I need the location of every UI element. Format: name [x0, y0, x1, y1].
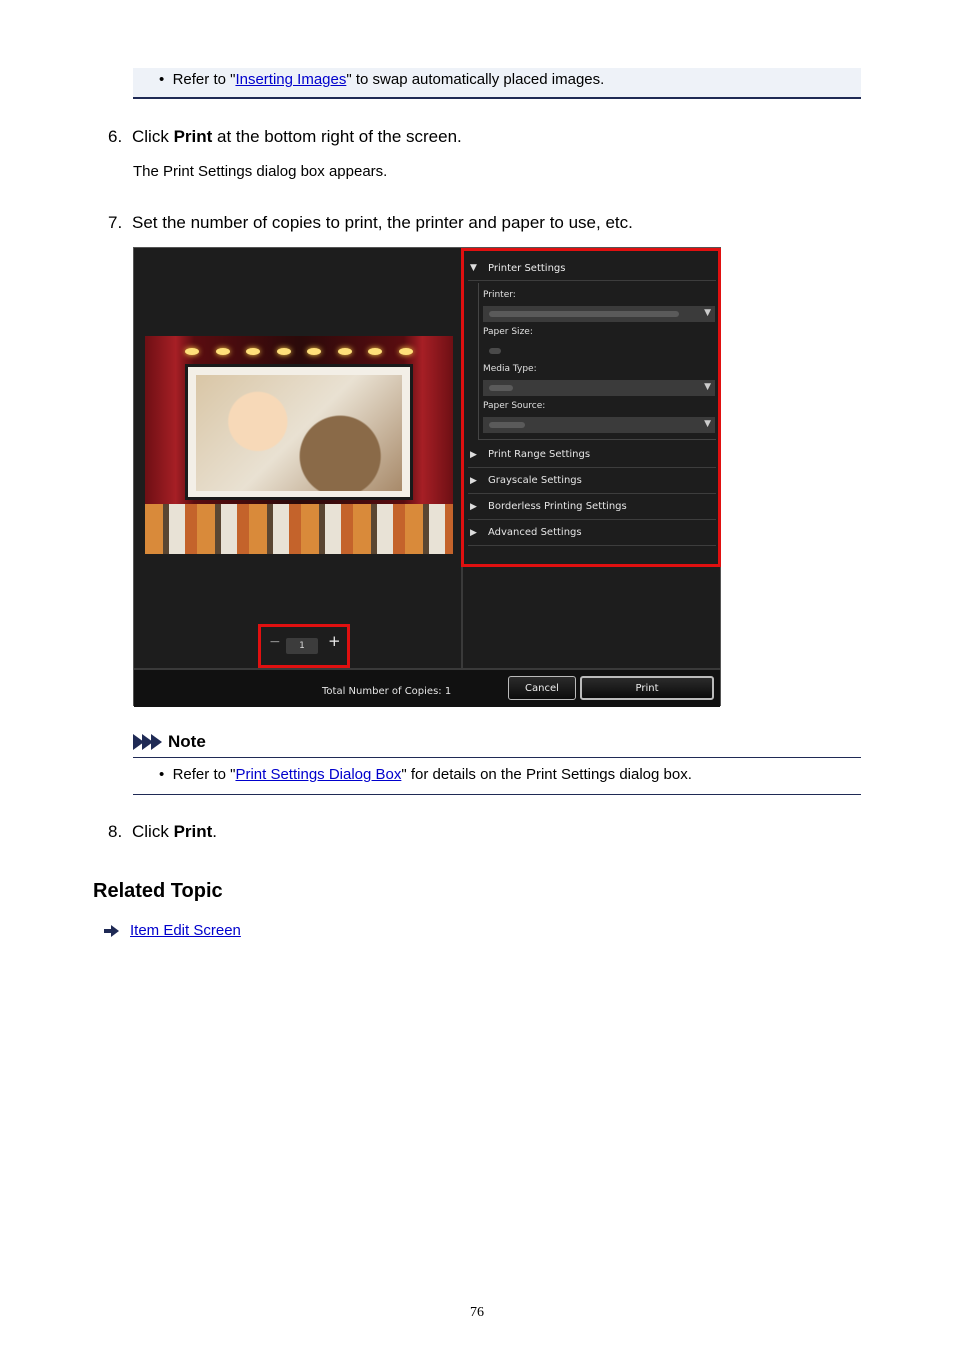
- preview-image: [145, 336, 453, 554]
- note-box: • Refer to "Print Settings Dialog Box" f…: [133, 757, 861, 795]
- step-7: 7. Set the number of copies to print, the…: [108, 213, 633, 232]
- print-settings-dialog-box-link[interactable]: Print Settings Dialog Box: [235, 766, 401, 783]
- arrow-right-icon: [104, 924, 120, 937]
- note-item: • Refer to "Inserting Images" to swap au…: [159, 71, 605, 88]
- note-box-top: • Refer to "Inserting Images" to swap au…: [133, 68, 861, 99]
- step-6: 6. Click Print at the bottom right of the…: [108, 127, 462, 146]
- note-item: • Refer to "Print Settings Dialog Box" f…: [159, 766, 692, 783]
- item-edit-screen-link[interactable]: Item Edit Screen: [130, 922, 241, 939]
- cancel-button[interactable]: Cancel: [508, 676, 576, 700]
- page-number: 76: [470, 1305, 484, 1320]
- print-button[interactable]: Print: [580, 676, 714, 700]
- inserting-images-link[interactable]: Inserting Images: [235, 71, 346, 88]
- step-6-result: The Print Settings dialog box appears.: [133, 163, 388, 180]
- note-header: Note: [133, 731, 206, 753]
- dialog-footer: Total Number of Copies: 1 Cancel Print: [134, 668, 720, 707]
- settings-highlight: [461, 248, 721, 567]
- copies-highlight: [258, 624, 350, 668]
- child-photo: [196, 375, 402, 491]
- print-settings-screenshot: − 1 + ▼ Printer Settings Printer: ▼ Pape…: [133, 247, 721, 707]
- note-chevrons-icon: [133, 734, 162, 750]
- related-topic-item: Item Edit Screen: [104, 922, 241, 939]
- step-8: 8. Click Print.: [108, 822, 218, 841]
- total-copies-label: Total Number of Copies: 1: [322, 686, 452, 697]
- related-topic-heading: Related Topic: [93, 880, 223, 902]
